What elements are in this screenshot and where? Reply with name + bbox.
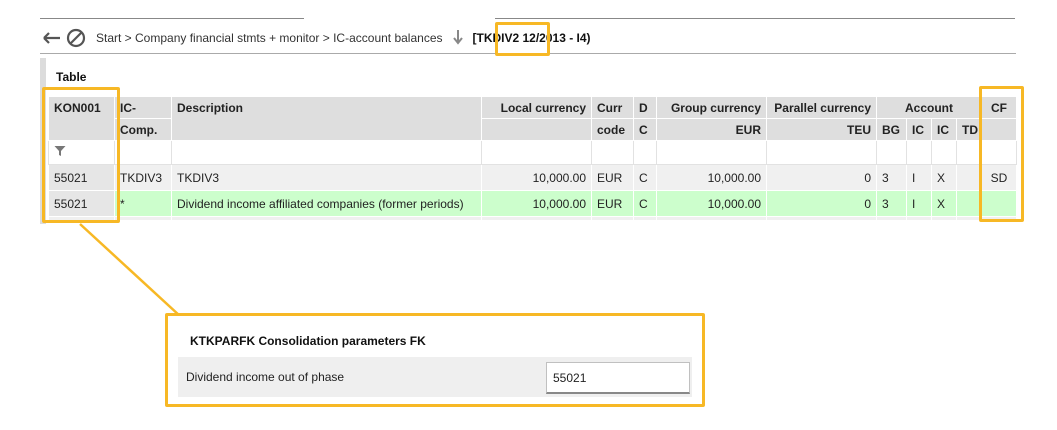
dividend-income-label: Dividend income out of phase (186, 370, 345, 384)
consolidation-parameters-panel: KTKPARFK Consolidation parameters FK Div… (168, 316, 702, 404)
detail-row: Dividend income out of phase (178, 357, 692, 397)
dividend-income-field[interactable] (546, 362, 690, 394)
detail-title: KTKPARFK Consolidation parameters FK (190, 334, 426, 348)
